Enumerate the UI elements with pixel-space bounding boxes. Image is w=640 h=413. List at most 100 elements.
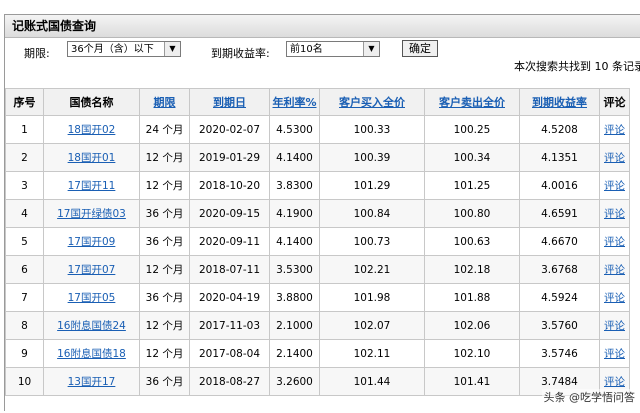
- rate-cell: 2.1400: [269, 339, 320, 368]
- col-header-ytm[interactable]: 到期收益率: [519, 88, 600, 116]
- bond-name-cell[interactable]: 13国开17: [43, 367, 140, 396]
- result-summary: 本次搜索共找到 10 条记录: [514, 60, 640, 73]
- chevron-down-icon[interactable]: ▼: [363, 42, 379, 56]
- sort-term-link[interactable]: 期限: [154, 96, 176, 109]
- bond-name-link[interactable]: 18国开02: [68, 124, 116, 136]
- watermark: 头条 @吃学悟问答: [541, 389, 637, 405]
- row-number: 3: [5, 171, 44, 200]
- rate-cell: 3.5300: [269, 255, 320, 284]
- comment-link[interactable]: 评论: [604, 208, 625, 220]
- comment-link[interactable]: 评论: [604, 264, 625, 276]
- bond-name-cell[interactable]: 18国开02: [43, 115, 140, 144]
- comment-link[interactable]: 评论: [604, 348, 625, 360]
- comment-cell[interactable]: 评论: [599, 115, 630, 144]
- table-row: 6 17国开07 12 个月 2018-07-11 3.5300 102.21 102.18…: [5, 255, 630, 284]
- bond-name-link[interactable]: 18国开01: [68, 152, 116, 164]
- ytm-cell: 4.5208: [519, 115, 600, 144]
- sell-price-cell: 102.18: [424, 255, 520, 284]
- comment-cell[interactable]: 评论: [599, 339, 630, 368]
- ytm-cell: 3.6768: [519, 255, 600, 284]
- comment-link[interactable]: 评论: [604, 124, 625, 136]
- sort-ytm-link[interactable]: 到期收益率: [532, 96, 587, 109]
- sell-price-cell: 101.88: [424, 283, 520, 312]
- sell-price-cell: 100.80: [424, 199, 520, 228]
- row-number: 5: [5, 227, 44, 256]
- due-date-cell: 2018-07-11: [189, 255, 270, 284]
- bond-name-cell[interactable]: 17国开绿债03: [43, 199, 140, 228]
- col-header-due[interactable]: 到期日: [189, 88, 270, 116]
- bond-name-cell[interactable]: 17国开11: [43, 171, 140, 200]
- rate-cell: 3.2600: [269, 367, 320, 396]
- confirm-button[interactable]: 确定: [402, 40, 438, 57]
- sort-buy-link[interactable]: 客户买入全价: [339, 96, 405, 109]
- chevron-down-icon[interactable]: ▼: [164, 42, 180, 56]
- bond-name-cell[interactable]: 17国开05: [43, 283, 140, 312]
- sell-price-cell: 101.25: [424, 171, 520, 200]
- col-header-term[interactable]: 期限: [139, 88, 190, 116]
- comment-cell[interactable]: 评论: [599, 311, 630, 340]
- col-header-sell[interactable]: 客户卖出全价: [424, 88, 520, 116]
- comment-cell[interactable]: 评论: [599, 143, 630, 172]
- row-number: 8: [5, 311, 44, 340]
- buy-price-cell: 100.39: [319, 143, 425, 172]
- ytm-cell: 4.5924: [519, 283, 600, 312]
- comment-cell[interactable]: 评论: [599, 255, 630, 284]
- buy-price-cell: 102.21: [319, 255, 425, 284]
- rate-cell: 2.1000: [269, 311, 320, 340]
- buy-price-cell: 100.84: [319, 199, 425, 228]
- due-date-cell: 2019-01-29: [189, 143, 270, 172]
- term-label: 期限:: [24, 47, 50, 60]
- buy-price-cell: 100.73: [319, 227, 425, 256]
- bond-name-link[interactable]: 16附息国债18: [57, 348, 126, 360]
- bond-name-link[interactable]: 17国开05: [68, 292, 116, 304]
- bond-name-link[interactable]: 13国开17: [68, 376, 116, 388]
- rate-cell: 4.5300: [269, 115, 320, 144]
- comment-link[interactable]: 评论: [604, 152, 625, 164]
- rate-cell: 4.1900: [269, 199, 320, 228]
- row-number: 6: [5, 255, 44, 284]
- rate-cell: 4.1400: [269, 227, 320, 256]
- comment-link[interactable]: 评论: [604, 292, 625, 304]
- term-cell: 12 个月: [139, 143, 190, 172]
- term-select-value: 36个月（含）以下: [71, 44, 154, 55]
- comment-link[interactable]: 评论: [604, 320, 625, 332]
- top-edge: [0, 0, 640, 14]
- comment-link[interactable]: 评论: [604, 236, 625, 248]
- bond-name-cell[interactable]: 17国开09: [43, 227, 140, 256]
- due-date-cell: 2020-09-15: [189, 199, 270, 228]
- col-header-rate[interactable]: 年利率%: [269, 88, 320, 116]
- row-number: 1: [5, 115, 44, 144]
- yield-select[interactable]: 前10名 ▼: [286, 41, 380, 57]
- sort-rate-link[interactable]: 年利率%: [272, 96, 316, 109]
- term-cell: 12 个月: [139, 339, 190, 368]
- bond-name-link[interactable]: 17国开07: [68, 264, 116, 276]
- comment-cell[interactable]: 评论: [599, 283, 630, 312]
- table-row: 4 17国开绿债03 36 个月 2020-09-15 4.1900 100.84 100.…: [5, 199, 630, 228]
- bond-name-link[interactable]: 16附息国债24: [57, 320, 126, 332]
- comment-link[interactable]: 评论: [604, 180, 625, 192]
- comment-cell[interactable]: 评论: [599, 199, 630, 228]
- sell-price-cell: 102.10: [424, 339, 520, 368]
- ytm-cell: 4.6670: [519, 227, 600, 256]
- bond-name-link[interactable]: 17国开09: [68, 236, 116, 248]
- term-select[interactable]: 36个月（含）以下 ▼: [67, 41, 181, 57]
- due-date-cell: 2018-10-20: [189, 171, 270, 200]
- bond-name-link[interactable]: 17国开绿债03: [57, 208, 126, 220]
- table-row: 1 18国开02 24 个月 2020-02-07 4.5300 100.33 100.25…: [5, 115, 630, 144]
- bond-name-cell[interactable]: 17国开07: [43, 255, 140, 284]
- sort-due-link[interactable]: 到期日: [213, 96, 246, 109]
- term-cell: 36 个月: [139, 199, 190, 228]
- rate-cell: 3.8800: [269, 283, 320, 312]
- bond-name-cell[interactable]: 18国开01: [43, 143, 140, 172]
- sort-sell-link[interactable]: 客户卖出全价: [439, 96, 505, 109]
- comment-cell[interactable]: 评论: [599, 171, 630, 200]
- bond-name-cell[interactable]: 16附息国债18: [43, 339, 140, 368]
- term-cell: 12 个月: [139, 311, 190, 340]
- comment-cell[interactable]: 评论: [599, 227, 630, 256]
- buy-price-cell: 100.33: [319, 115, 425, 144]
- comment-link[interactable]: 评论: [604, 376, 625, 388]
- bond-name-link[interactable]: 17国开11: [68, 180, 116, 192]
- bond-name-cell[interactable]: 16附息国债24: [43, 311, 140, 340]
- col-header-buy[interactable]: 客户买入全价: [319, 88, 425, 116]
- term-cell: 36 个月: [139, 283, 190, 312]
